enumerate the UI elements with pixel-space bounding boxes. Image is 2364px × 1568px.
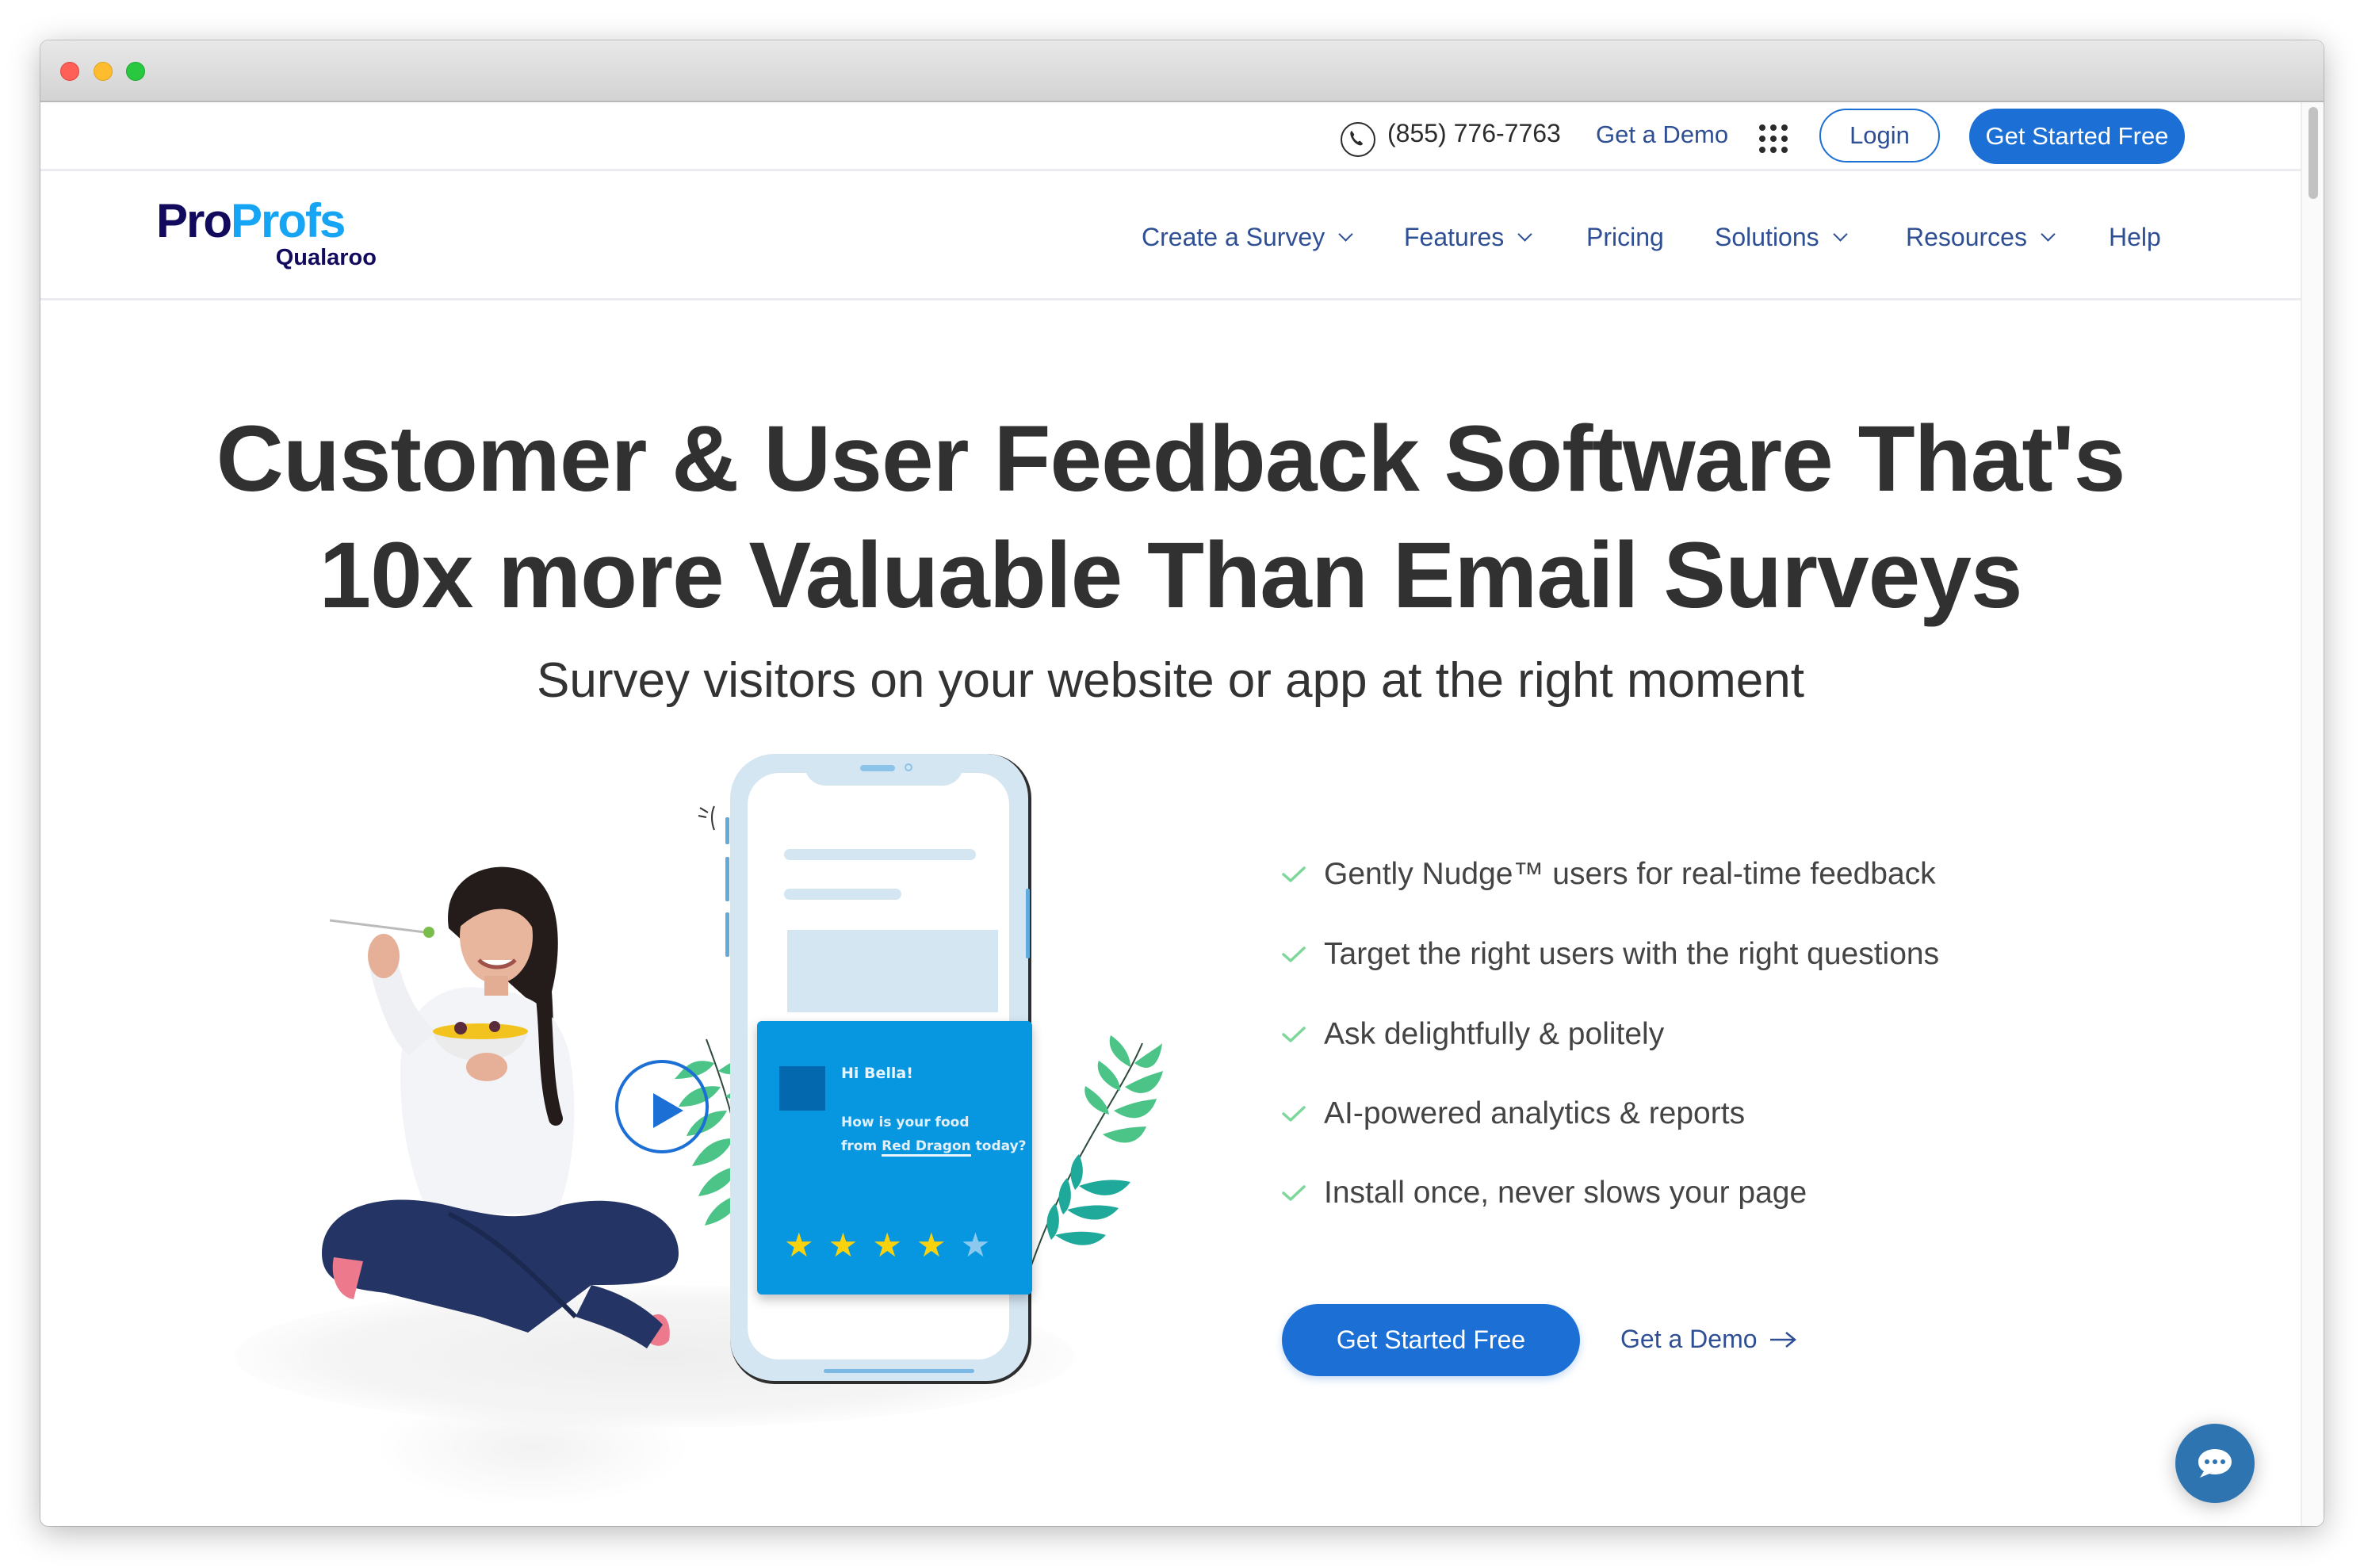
feature-item: AI-powered analytics & reports: [1282, 1096, 1745, 1131]
popup-question-suffix: today?: [975, 1138, 1027, 1154]
nav-create-a-survey[interactable]: Create a Survey: [1142, 223, 1353, 252]
star-filled-icon: ★: [784, 1226, 814, 1264]
nav-pricing[interactable]: Pricing: [1586, 223, 1664, 252]
grid-icon[interactable]: [1759, 124, 1788, 153]
login-button[interactable]: Login: [1819, 109, 1940, 163]
feature-item: Gently Nudge™ users for real-time feedba…: [1282, 857, 1936, 892]
popup-question-highlight: Red Dragon: [882, 1138, 971, 1157]
placeholder-image: [787, 930, 998, 1012]
nav-label: Pricing: [1586, 223, 1664, 251]
close-window-button[interactable]: [60, 62, 79, 81]
chevron-down-icon: [2041, 227, 2056, 242]
scrollbar[interactable]: [2301, 102, 2324, 1526]
chat-bubble-icon: [2198, 1449, 2232, 1478]
phone-notch: [805, 754, 963, 786]
maximize-window-button[interactable]: [126, 62, 145, 81]
get-demo-link[interactable]: Get a Demo: [1620, 1325, 1797, 1354]
scrollbar-thumb[interactable]: [2309, 107, 2318, 199]
feature-text: Ask delightfully & politely: [1324, 1017, 1665, 1051]
feature-item: Ask delightfully & politely: [1282, 1017, 1664, 1052]
chevron-down-icon: [1832, 227, 1848, 242]
logo-subtitle: Qualaroo: [275, 245, 377, 270]
hero-headline: Customer & User Feedback Software That's…: [40, 401, 2301, 634]
nav-label: Resources: [1906, 223, 2027, 251]
browser-window: (855) 776-7763 Get a Demo Login Get Star…: [40, 40, 2324, 1526]
get-started-free-button[interactable]: Get Started Free: [1282, 1304, 1580, 1376]
star-filled-icon: ★: [916, 1226, 947, 1264]
minimize-window-button[interactable]: [94, 62, 113, 81]
feature-text: AI-powered analytics & reports: [1324, 1096, 1746, 1130]
play-icon: [653, 1093, 683, 1128]
chevron-down-icon: [1517, 227, 1532, 242]
star-filled-icon: ★: [872, 1226, 902, 1264]
survey-popup-card: Hi Bella! How is your food from Red Drag…: [757, 1021, 1032, 1295]
proprofs-qualaroo-logo[interactable]: ProProfs Qualaroo: [156, 196, 378, 275]
home-indicator: [824, 1369, 974, 1373]
motion-lines-icon: [698, 805, 715, 831]
phone-icon: [1341, 122, 1375, 157]
ground-shadow-lower: [373, 1388, 690, 1507]
play-video-button[interactable]: [615, 1060, 709, 1153]
checkmark-icon: [1282, 1106, 1306, 1122]
checkmark-icon: [1282, 866, 1306, 882]
feature-item: Install once, never slows your page: [1282, 1176, 1807, 1210]
get-demo-link-top[interactable]: Get a Demo: [1596, 120, 1728, 149]
nav-label: Create a Survey: [1142, 223, 1325, 251]
feature-text: Target the right users with the right qu…: [1324, 937, 1940, 971]
logo-wordmark: ProProfs: [156, 194, 346, 247]
nav-label: Features: [1404, 223, 1505, 251]
feature-text: Install once, never slows your page: [1324, 1176, 1807, 1210]
popup-question-line-1: How is your food: [841, 1115, 970, 1130]
nav-solutions[interactable]: Solutions: [1715, 223, 1848, 252]
leaf-right-icon: [1031, 1035, 1163, 1266]
phone-side-line: [725, 912, 729, 957]
chat-widget-button[interactable]: [2175, 1424, 2255, 1503]
headline-line-2: 10x more Valuable Than Email Surveys: [319, 523, 2022, 628]
checkmark-icon: [1282, 1185, 1306, 1201]
phone-side-line: [725, 817, 729, 844]
phone-number[interactable]: (855) 776-7763: [1387, 119, 1561, 148]
popup-question-prefix: from: [841, 1138, 878, 1154]
title-bar: [40, 40, 2324, 102]
nav-help[interactable]: Help: [2109, 223, 2161, 252]
phone-side-line: [725, 857, 729, 901]
logo-pro: Pro: [156, 194, 232, 247]
feature-text: Gently Nudge™ users for real-time feedba…: [1324, 857, 1936, 891]
nav-label: Help: [2109, 223, 2161, 251]
utility-bar: [40, 102, 2301, 171]
get-demo-label: Get a Demo: [1620, 1325, 1758, 1353]
logo-profs: Profs: [231, 194, 346, 247]
headline-line-1: Customer & User Feedback Software That's: [216, 407, 2126, 511]
star-filled-icon: ★: [828, 1226, 859, 1264]
chevron-down-icon: [1338, 227, 1353, 242]
placeholder-bar: [784, 849, 976, 860]
checkmark-icon: [1282, 1027, 1306, 1042]
phone-side-button: [1026, 889, 1030, 958]
checkmark-icon: [1282, 947, 1306, 962]
star-rating: ★ ★ ★ ★ ★: [784, 1229, 990, 1262]
nav-resources[interactable]: Resources: [1906, 223, 2056, 252]
get-started-free-button-top[interactable]: Get Started Free: [1969, 109, 2185, 164]
camera-icon: [905, 763, 912, 771]
star-empty-icon: ★: [960, 1226, 991, 1264]
avatar: [779, 1066, 825, 1111]
nav-features[interactable]: Features: [1404, 223, 1532, 252]
nav-label: Solutions: [1715, 223, 1819, 251]
popup-greeting: Hi Bella!: [841, 1065, 913, 1082]
hero-subheadline: Survey visitors on your website or app a…: [537, 653, 1804, 708]
popup-question-line-2: from Red Dragon today?: [841, 1138, 1027, 1157]
placeholder-bar: [784, 889, 901, 900]
feature-item: Target the right users with the right qu…: [1282, 937, 1939, 972]
arrow-right-icon: [1769, 1331, 1796, 1348]
speaker-icon: [860, 765, 895, 771]
